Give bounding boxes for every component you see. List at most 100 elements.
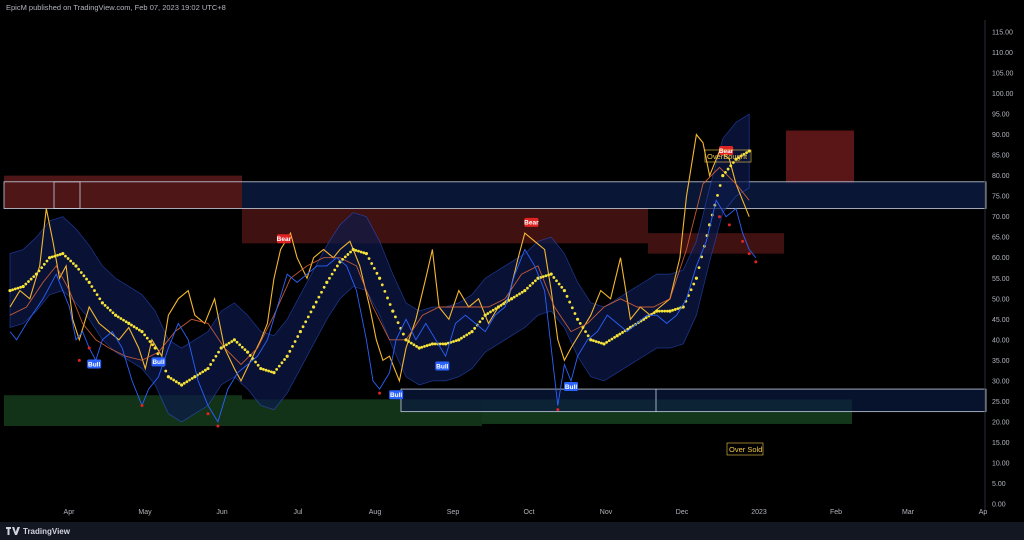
- oversold-blue-box: [401, 389, 986, 412]
- series-point: [533, 279, 537, 283]
- series-point: [293, 340, 297, 343]
- series-point: [174, 380, 178, 384]
- series-point: [243, 348, 247, 352]
- y-tick-label: 0.00: [992, 502, 1006, 509]
- series-point: [512, 295, 516, 299]
- series-point: [401, 332, 405, 336]
- series-point: [50, 255, 54, 259]
- y-tick-label: 110.00: [992, 50, 1013, 57]
- y-tick-label: 40.00: [992, 337, 1010, 344]
- series-point: [660, 309, 664, 313]
- series-point: [556, 408, 560, 412]
- series-point: [66, 257, 70, 260]
- series-point: [246, 350, 250, 354]
- y-tick-label: 60.00: [992, 255, 1010, 262]
- series-point: [470, 330, 474, 334]
- series-point: [151, 343, 154, 347]
- series-point: [597, 340, 601, 344]
- series-point: [71, 262, 75, 265]
- x-tick-label: Oct: [524, 509, 535, 516]
- series-point: [718, 215, 721, 219]
- series-point: [269, 370, 273, 374]
- series-point: [454, 339, 458, 343]
- series-point: [423, 344, 426, 348]
- series-point: [754, 260, 758, 264]
- series-point: [496, 305, 500, 309]
- x-tick-label: Mar: [902, 509, 915, 516]
- series-point: [177, 381, 181, 385]
- series-point: [219, 346, 223, 350]
- series-point: [452, 340, 455, 343]
- series-point: [584, 330, 587, 334]
- series-point: [232, 338, 236, 342]
- series-point: [209, 363, 213, 366]
- series-point: [119, 317, 123, 320]
- series-point: [180, 383, 184, 387]
- series-point: [523, 288, 527, 293]
- series-point: [188, 378, 191, 382]
- tradingview-brand: TradingView: [23, 526, 70, 536]
- x-tick-label: Jun: [216, 509, 227, 516]
- signal-label: Bull: [152, 359, 164, 366]
- y-axis: 115.00 110.00 105.00 100.00 95.00 90.00 85.00 8…: [992, 30, 1014, 509]
- series-point: [547, 273, 550, 277]
- series-point: [222, 344, 226, 348]
- y-tick-label: 35.00: [992, 358, 1010, 365]
- series-point: [671, 308, 675, 312]
- series-point: [172, 378, 176, 382]
- series-point: [127, 321, 131, 326]
- series-point: [499, 303, 503, 307]
- series-point: [333, 268, 337, 272]
- resistance-red-zone: [242, 208, 648, 244]
- x-tick-label: Apr: [64, 509, 76, 516]
- y-tick-label: 30.00: [992, 378, 1010, 385]
- series-point: [53, 254, 57, 258]
- series-point: [528, 284, 532, 288]
- series-point: [576, 317, 580, 321]
- series-point: [729, 164, 733, 168]
- series-point: [741, 239, 745, 243]
- series-point: [193, 375, 197, 379]
- series-point: [95, 293, 99, 297]
- series-point: [37, 269, 41, 273]
- y-tick-label: 65.00: [992, 235, 1010, 242]
- y-tick-label: 100.00: [992, 91, 1014, 98]
- series-point: [122, 318, 125, 322]
- series-point: [372, 267, 376, 270]
- series-point: [40, 266, 44, 269]
- rsi-chart[interactable]: Bull BullBearBullBullBearBullBear 115.001…: [0, 0, 1024, 522]
- y-tick-label: 10.00: [992, 460, 1010, 467]
- series-point: [510, 297, 514, 301]
- series-point: [555, 279, 558, 283]
- series-point: [156, 352, 160, 356]
- y-tick-label: 20.00: [992, 419, 1010, 426]
- series-point: [378, 391, 382, 395]
- series-point: [111, 311, 115, 315]
- series-point: [74, 264, 78, 268]
- series-point: [206, 412, 210, 416]
- series-point: [343, 255, 347, 259]
- series-point: [182, 381, 186, 385]
- series-point: [283, 358, 286, 361]
- series-point: [668, 309, 672, 313]
- series-point: [526, 286, 529, 290]
- series-point: [692, 282, 696, 286]
- series-point: [578, 322, 582, 325]
- series-point: [13, 287, 17, 291]
- y-tick-label: 90.00: [992, 132, 1010, 139]
- x-axis: Apr May Jun Jul Aug Sep Oct Nov Dec 2023 Feb Mar Ap: [64, 509, 988, 516]
- series-point: [214, 354, 218, 358]
- series-point: [478, 320, 482, 324]
- series-point: [79, 271, 83, 274]
- series-point: [116, 315, 120, 319]
- bull-signal: Bull: [87, 359, 102, 369]
- series-point: [256, 363, 260, 367]
- series-point: [11, 288, 15, 292]
- series-point: [304, 320, 308, 324]
- series-point: [610, 337, 614, 341]
- series-point: [298, 330, 302, 334]
- series-point: [357, 249, 360, 253]
- series-point: [145, 336, 149, 340]
- series-point: [467, 331, 471, 335]
- y-tick-label: 85.00: [992, 153, 1010, 160]
